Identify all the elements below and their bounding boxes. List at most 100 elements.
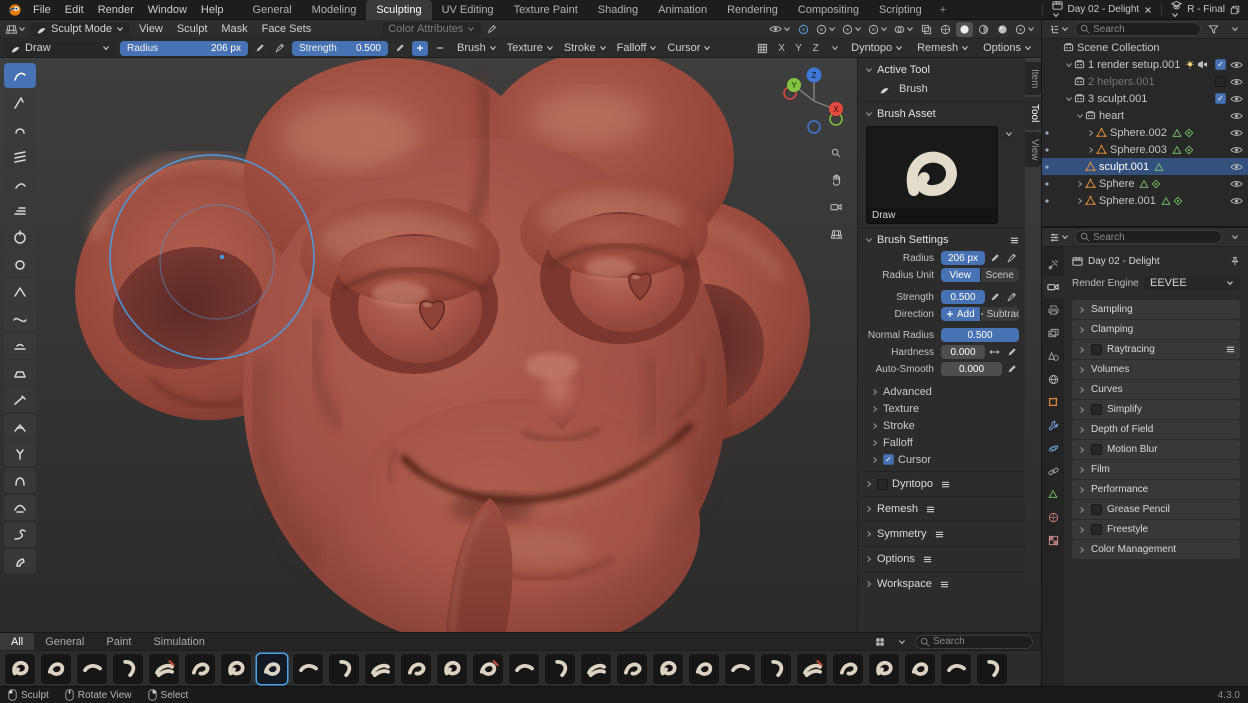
grease-pencil-checkbox[interactable] <box>1091 504 1102 515</box>
scene-name[interactable]: Day 02 - Delight <box>1068 4 1140 15</box>
exclude-checkbox[interactable] <box>1215 76 1226 87</box>
overlays-button[interactable] <box>892 22 916 37</box>
render-engine-dropdown[interactable]: EEVEE <box>1144 276 1240 291</box>
dropdown-cursor[interactable]: Cursor <box>662 41 716 56</box>
active-tool-dropdown[interactable]: Draw <box>4 41 116 56</box>
simplify-checkbox[interactable] <box>1091 404 1102 415</box>
scene-icon[interactable] <box>1052 0 1063 19</box>
tool-clay[interactable] <box>4 117 36 142</box>
shading-rendered-button[interactable] <box>994 22 1011 37</box>
panel-menu-icon[interactable] <box>926 505 935 514</box>
strength-pressure-button[interactable] <box>392 41 408 56</box>
shading-material-button[interactable] <box>975 22 992 37</box>
auto-smooth-pressure-button[interactable] <box>1004 362 1019 376</box>
properties-tab-view-layer[interactable] <box>1042 322 1064 344</box>
hide-eye-icon[interactable] <box>1230 128 1243 138</box>
hide-eye-icon[interactable] <box>1230 111 1243 121</box>
dropdown-dyntopo[interactable]: Dyntopo <box>846 41 908 56</box>
workspace-tab-modeling[interactable]: Modeling <box>302 0 367 20</box>
display-grid-button[interactable] <box>871 634 888 649</box>
section-freestyle[interactable]: Freestyle <box>1072 520 1240 539</box>
gizmos-button[interactable] <box>866 22 890 37</box>
section-simplify[interactable]: Simplify <box>1072 400 1240 419</box>
hardness-slider[interactable]: 0.000 <box>941 345 985 359</box>
workspace-tab-animation[interactable]: Animation <box>648 0 717 20</box>
workspace-tab-uv-editing[interactable]: UV Editing <box>432 0 504 20</box>
radius-stylus-button[interactable] <box>272 41 288 56</box>
dropdown-stroke[interactable]: Stroke <box>559 41 612 56</box>
tool-clay-thumb[interactable] <box>4 171 36 196</box>
properties-tab-render[interactable] <box>1042 276 1064 298</box>
shelf-brush-6[interactable] <box>221 654 251 684</box>
tool-pinch[interactable] <box>4 441 36 466</box>
camera-view-button[interactable] <box>827 198 845 216</box>
viewport-menu-view[interactable]: View <box>132 20 170 39</box>
hardness-pressure-button[interactable] <box>1004 345 1019 359</box>
auto-smooth-slider[interactable]: 0.000 <box>941 362 1002 376</box>
strength-stylus-button[interactable] <box>1004 290 1019 304</box>
outliner-options-dropdown[interactable] <box>1226 22 1243 37</box>
radius-slider-panel[interactable]: 206 px <box>941 251 985 265</box>
panel-header-active-tool[interactable]: Active Tool <box>858 61 1025 79</box>
workspace-tab-texture-paint[interactable]: Texture Paint <box>504 0 588 20</box>
radius-slider[interactable]: Radius206 px <box>120 41 248 56</box>
proportional-editing-button[interactable] <box>840 22 864 37</box>
asset-shelf-search[interactable] <box>915 635 1033 649</box>
workspace-tab-general[interactable]: General <box>243 0 302 20</box>
normal-radius-slider[interactable]: 0.500 <box>941 328 1019 342</box>
section-sampling[interactable]: Sampling <box>1072 300 1240 319</box>
extra-symmetry-dropdown[interactable] <box>826 41 843 56</box>
section-curves[interactable]: Curves <box>1072 380 1240 399</box>
properties-options-dropdown[interactable] <box>1226 230 1243 245</box>
viewport-menu-face-sets[interactable]: Face Sets <box>255 20 319 39</box>
outliner-editor-type-button[interactable] <box>1047 22 1071 37</box>
scene-breadcrumb-name[interactable]: Day 02 - Delight <box>1088 256 1160 267</box>
direction-subtract[interactable]: Subtract <box>981 307 1020 321</box>
shelf-brush-18[interactable] <box>653 654 683 684</box>
outliner-row-heart[interactable]: heart <box>1042 107 1248 124</box>
hide-eye-icon[interactable] <box>1230 77 1243 87</box>
subsection-falloff[interactable]: Falloff <box>858 434 1025 451</box>
tool-inflate[interactable] <box>4 225 36 250</box>
section-grease-pencil[interactable]: Grease Pencil <box>1072 500 1240 519</box>
raytracing-checkbox[interactable] <box>1091 344 1102 355</box>
outliner-row-sphere-002[interactable]: Sphere.002 <box>1042 124 1248 141</box>
shelf-brush-5[interactable] <box>185 654 215 684</box>
shelf-brush-24[interactable] <box>869 654 899 684</box>
shading-options-button[interactable] <box>1013 22 1037 37</box>
strength-slider[interactable]: Strength0.500 <box>292 41 388 56</box>
panel-symmetry[interactable]: Symmetry <box>858 525 1025 543</box>
shelf-tab-paint[interactable]: Paint <box>95 633 142 651</box>
shelf-brush-10[interactable] <box>365 654 395 684</box>
menu-window[interactable]: Window <box>141 0 194 20</box>
hide-eye-icon[interactable] <box>1230 162 1243 172</box>
tool-multiplane-scrape[interactable] <box>4 414 36 439</box>
cursor-checkbox[interactable]: ✓ <box>883 454 894 465</box>
snap-magnet-button[interactable] <box>795 22 812 37</box>
shelf-brush-3[interactable] <box>113 654 143 684</box>
tool-elastic-deform[interactable] <box>4 495 36 520</box>
hide-eye-icon[interactable] <box>1230 60 1243 70</box>
panel-menu-icon[interactable] <box>940 580 949 589</box>
color-attributes-dropdown[interactable]: Color Attributes <box>382 22 481 37</box>
shading-solid-button[interactable] <box>956 22 973 37</box>
outliner-search[interactable] <box>1075 22 1201 36</box>
section-performance[interactable]: Performance <box>1072 480 1240 499</box>
xray-button[interactable] <box>918 22 935 37</box>
workspace-tab-shading[interactable]: Shading <box>588 0 648 20</box>
view-layer-name[interactable]: R - Final <box>1187 4 1225 15</box>
viewport-menu-mask[interactable]: Mask <box>214 20 254 39</box>
tool-fill[interactable] <box>4 360 36 385</box>
exclude-checkbox[interactable]: ✓ <box>1215 59 1226 70</box>
shelf-brush-1[interactable] <box>41 654 71 684</box>
tool-flatten[interactable] <box>4 333 36 358</box>
disclosure-icon[interactable] <box>1085 146 1096 154</box>
shading-wireframe-button[interactable] <box>937 22 954 37</box>
editor-type-button[interactable] <box>4 22 28 37</box>
shelf-brush-15[interactable] <box>545 654 575 684</box>
workspace-tab-rendering[interactable]: Rendering <box>717 0 788 20</box>
freestyle-checkbox[interactable] <box>1091 524 1102 535</box>
direction-add-button[interactable] <box>412 41 428 56</box>
shelf-brush-7-selected[interactable] <box>257 654 287 684</box>
properties-tab-tool[interactable] <box>1042 253 1064 275</box>
